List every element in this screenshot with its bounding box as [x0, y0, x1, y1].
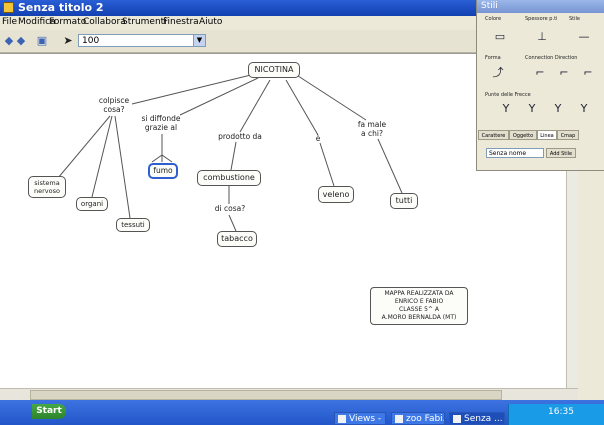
window-icon	[338, 415, 346, 423]
concept-nicotina[interactable]: NICOTINA	[248, 62, 300, 78]
stili-panel: Stili Colore Spessore p.ti Stile ▭ ⊥ — F…	[476, 0, 604, 171]
connection-direction-2-icon[interactable]: ⌐	[553, 64, 575, 82]
clock: 16:35	[548, 407, 574, 417]
label-forma: Forma	[485, 55, 501, 61]
menu-bar: File Modifica Formato Collabora Strument…	[0, 16, 476, 30]
cmaptools-app-icon	[3, 2, 14, 13]
menu-finestra[interactable]: Finestra	[163, 17, 199, 27]
link-si-diffonde[interactable]: si diffonde grazie al	[136, 114, 186, 132]
arrowhead-2-icon[interactable]: Y	[521, 100, 543, 118]
link-e[interactable]: è	[312, 134, 324, 143]
toolbar: ◆ ◆ ▣ ➤	[0, 30, 476, 53]
concept-fumo[interactable]: fumo	[148, 163, 178, 179]
print-icon[interactable]: ▣	[36, 35, 48, 47]
window-icon	[395, 415, 403, 423]
label-stile: Stile	[569, 16, 580, 22]
menu-collabora[interactable]: Collabora	[83, 17, 126, 27]
zoom-select[interactable]: 100 ▼	[78, 34, 206, 47]
taskbar-item-zoo-fabi[interactable]: zoo Fabi...	[391, 412, 445, 425]
tab-carattere[interactable]: Carattere	[478, 130, 509, 140]
horizontal-scroll-thumb[interactable]	[30, 390, 502, 400]
menu-strumenti[interactable]: Strumenti	[122, 17, 167, 27]
link-di-cosa[interactable]: di cosa?	[208, 204, 252, 213]
desktop-screen: Senza titolo 2 File Modifica Formato Col…	[0, 0, 604, 425]
label-punte-frecce: Punte delle Frecce	[485, 92, 531, 98]
tab-oggetto[interactable]: Oggetto	[509, 130, 537, 140]
back-arrow-icon[interactable]: ◆	[3, 35, 15, 47]
tab-cmap[interactable]: Cmap	[557, 130, 579, 140]
concept-veleno[interactable]: veleno	[318, 186, 354, 203]
taskbar-item-senza[interactable]: Senza ...	[449, 412, 505, 425]
pointer-tool-icon[interactable]: ➤	[62, 35, 74, 47]
style-name-input[interactable]: Senza nome	[486, 148, 544, 158]
link-colpisce[interactable]: colpisce cosa?	[92, 96, 136, 114]
credits-line: ENRICO E FABIO	[394, 298, 444, 305]
credits-line: CLASSE 5^ A	[399, 306, 439, 313]
credits-line: MAPPA REALIZZATA DA	[384, 290, 454, 297]
concept-tabacco[interactable]: tabacco	[217, 231, 257, 247]
line-style-icon[interactable]: —	[573, 28, 595, 46]
window-title: Senza titolo 2	[18, 1, 104, 14]
concept-combustione[interactable]: combustione	[197, 170, 261, 186]
arrowhead-1-icon[interactable]: Y	[495, 100, 517, 118]
menu-file[interactable]: File	[2, 17, 17, 27]
forward-arrow-icon[interactable]: ◆	[15, 35, 27, 47]
taskbar-item-views[interactable]: Views -	[334, 412, 386, 425]
link-prodotto-da[interactable]: prodotto da	[212, 132, 268, 141]
concept-organi[interactable]: organi	[76, 197, 108, 211]
label-colore: Colore	[485, 16, 502, 22]
line-color-icon[interactable]: ▭	[489, 28, 511, 46]
arrowhead-3-icon[interactable]: Y	[547, 100, 569, 118]
concept-tutti[interactable]: tutti	[390, 193, 418, 209]
menu-formato[interactable]: Formato	[49, 17, 86, 27]
stili-panel-title[interactable]: Stili	[477, 0, 604, 13]
credits-line: A.MORO BERNALDA (MT)	[381, 314, 457, 321]
line-shape-icon[interactable]: ⤴	[487, 64, 509, 82]
menu-aiuto[interactable]: Aiuto	[199, 17, 222, 27]
link-fa-male[interactable]: fa male a chi?	[350, 120, 394, 138]
add-stile-button[interactable]: Add Stile	[546, 148, 576, 158]
zoom-value: 100	[82, 36, 100, 46]
concept-sistema-nervoso[interactable]: sistema nervoso	[28, 176, 66, 198]
window-icon	[453, 415, 461, 423]
label-spessore: Spessore p.ti	[525, 16, 558, 22]
line-thickness-icon[interactable]: ⊥	[531, 28, 553, 46]
start-button[interactable]: Start	[32, 404, 66, 419]
arrowhead-4-icon[interactable]: Y	[573, 100, 595, 118]
concept-tessuti[interactable]: tessuti	[116, 218, 150, 232]
connection-direction-1-icon[interactable]: ⌐	[529, 64, 551, 82]
label-connection-direction: Connection Direction	[525, 55, 578, 61]
credits-box[interactable]: MAPPA REALIZZATA DA ENRICO E FABIO CLASS…	[370, 287, 468, 325]
chevron-down-icon[interactable]: ▼	[193, 35, 205, 46]
tab-linea[interactable]: Linea	[537, 130, 557, 140]
connection-direction-3-icon[interactable]: ⌐	[577, 64, 599, 82]
horizontal-scrollbar[interactable]	[0, 388, 578, 400]
